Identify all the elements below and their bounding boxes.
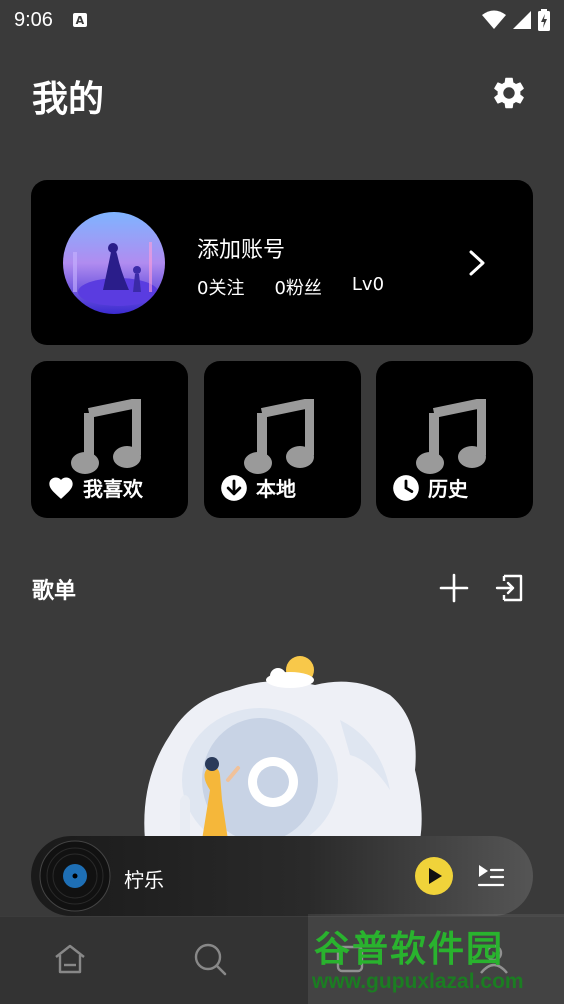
- import-playlist-icon[interactable]: [494, 572, 526, 604]
- home-icon[interactable]: [50, 939, 90, 979]
- notification-a-icon: A: [72, 13, 87, 27]
- level-badge: Lv0: [351, 274, 385, 295]
- playlist-queue-icon[interactable]: [475, 860, 507, 892]
- quick-label-history: 历史: [428, 477, 468, 501]
- status-bar: 9:06 A: [0, 0, 564, 40]
- avatar-image: [63, 212, 165, 314]
- battery-icon: [538, 9, 550, 31]
- playlist-section-title: 歌单: [32, 579, 77, 604]
- watermark: 谷普软件园 www.gupuxlazal.com: [308, 914, 564, 1004]
- account-name[interactable]: 添加账号: [197, 232, 285, 264]
- account-stats: 0关注 0粉丝 Lv0: [197, 274, 384, 300]
- page-title: 我的: [32, 79, 105, 120]
- status-time: 9:06: [14, 8, 53, 31]
- search-icon[interactable]: [190, 939, 230, 979]
- clock-icon: [393, 474, 419, 501]
- music-note-icon: [71, 399, 141, 474]
- empty-playlist-illustration: [144, 656, 422, 852]
- album-disc-icon[interactable]: [39, 840, 111, 912]
- player-track-title[interactable]: 柠乐: [124, 864, 164, 893]
- quick-label-row: 我喜欢: [47, 473, 143, 502]
- play-icon: [429, 868, 442, 884]
- watermark-url: www.gupuxlazal.com: [312, 970, 524, 993]
- watermark-name: 谷普软件园: [314, 929, 505, 970]
- fans-count[interactable]: 0粉丝: [274, 274, 321, 300]
- quick-card-favorites[interactable]: 我喜欢: [31, 361, 188, 518]
- play-button[interactable]: [415, 857, 453, 895]
- heart-icon: [49, 477, 73, 499]
- quick-label-row: 历史: [392, 473, 468, 502]
- signal-icon: [513, 11, 531, 29]
- quick-label-favorites: 我喜欢: [83, 477, 143, 501]
- chevron-right-icon[interactable]: [463, 246, 491, 280]
- add-playlist-icon[interactable]: [438, 572, 470, 604]
- quick-card-history[interactable]: 历史: [376, 361, 533, 518]
- status-icons: [482, 9, 550, 31]
- music-note-icon: [416, 399, 486, 474]
- music-note-icon: [244, 399, 314, 474]
- follows-count[interactable]: 0关注: [197, 274, 244, 300]
- download-icon: [221, 474, 247, 501]
- account-card[interactable]: 添加账号 0关注 0粉丝 Lv0: [31, 180, 533, 345]
- mini-player[interactable]: 柠乐: [31, 836, 533, 916]
- avatar[interactable]: [63, 212, 165, 314]
- settings-gear-icon[interactable]: [490, 74, 528, 112]
- quick-label-row: 本地: [220, 473, 296, 502]
- quick-card-local[interactable]: 本地: [204, 361, 361, 518]
- quick-label-local: 本地: [256, 477, 296, 501]
- wifi-icon: [482, 10, 506, 29]
